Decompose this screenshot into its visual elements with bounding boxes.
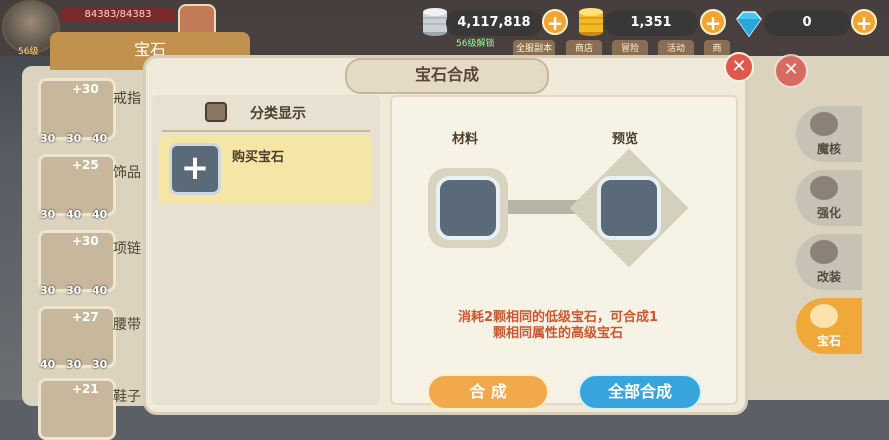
- slot-gem-level: 30: [40, 208, 56, 221]
- slot-bonus: +30: [72, 234, 99, 248]
- slot-name: 鞋子: [113, 389, 141, 405]
- synthesis-panel: [390, 95, 738, 405]
- close-button[interactable]: ✕: [724, 52, 754, 82]
- player-hp: 84383/84383: [60, 8, 176, 22]
- tab-gem[interactable]: 宝石: [796, 298, 862, 354]
- close-icon: ✕: [731, 56, 747, 77]
- slot-bonus: +30: [72, 82, 99, 96]
- divider: [162, 130, 370, 132]
- plus-icon: +: [704, 11, 722, 35]
- dialog-title: 宝石合成: [414, 65, 479, 84]
- slot-bonus: +25: [72, 158, 99, 172]
- compose-button[interactable]: 合 成: [427, 374, 549, 410]
- material-slot[interactable]: [436, 176, 500, 240]
- enhance-icon: [810, 176, 838, 200]
- add-diamond-button[interactable]: +: [851, 9, 877, 35]
- gem-icon: [810, 304, 838, 328]
- add-silver-button[interactable]: +: [542, 9, 568, 35]
- slot-bonus: +21: [72, 382, 99, 396]
- magic-core-icon: [810, 112, 838, 136]
- player-level: 56级: [18, 47, 39, 57]
- slot-gem-level: 30: [66, 358, 82, 371]
- slot-gem-level: 30: [40, 132, 56, 145]
- slot-name: 饰品: [113, 165, 141, 181]
- slot-gem-level: 30: [66, 132, 82, 145]
- category-label: 分类显示: [250, 106, 306, 122]
- add-gem-icon: +: [169, 143, 221, 195]
- slot-name: 戒指: [113, 91, 141, 107]
- tab-label: 魔核: [816, 142, 841, 156]
- slot-gem-level: 40: [66, 208, 82, 221]
- tab-label: 强化: [816, 206, 841, 220]
- tab-modify[interactable]: 改装: [796, 234, 862, 290]
- slot-gem-level: 40: [92, 208, 108, 221]
- tab-label: 改装: [816, 270, 841, 284]
- diamond-icon: [736, 11, 762, 38]
- gold-amount: 1,351: [604, 10, 698, 36]
- category-checkbox[interactable]: [205, 102, 227, 122]
- slot-gem-level: 30: [92, 358, 108, 371]
- slot-gem-level: 30: [40, 284, 56, 297]
- add-gold-button[interactable]: +: [700, 9, 726, 35]
- synthesis-description: 颗相同属性的高级宝石: [492, 326, 623, 341]
- slot-gem-level: 40: [40, 358, 56, 371]
- material-label: 材料: [452, 132, 479, 147]
- unlock-hint: 56级解锁: [456, 39, 495, 49]
- modify-icon: [810, 240, 838, 264]
- tab-label: 宝石: [816, 334, 841, 348]
- diamond-amount: 0: [764, 10, 850, 36]
- tab-enhance[interactable]: 强化: [796, 170, 862, 226]
- preview-label: 预览: [612, 132, 639, 147]
- gold-coin-icon: [579, 8, 603, 36]
- slot-name: 项链: [113, 241, 141, 257]
- slot-bonus: +27: [72, 310, 99, 324]
- plus-icon: +: [546, 11, 564, 35]
- tab-magic-core[interactable]: 魔核: [796, 106, 862, 162]
- slot-gem-level: 40: [92, 284, 108, 297]
- compose-all-button[interactable]: 全部合成: [578, 374, 702, 410]
- plus-icon: +: [855, 11, 873, 35]
- preview-slot: [597, 176, 661, 240]
- silver-amount: 4,117,818: [446, 10, 542, 36]
- slot-gem-level: 40: [92, 132, 108, 145]
- slot-gem-level: 30: [66, 284, 82, 297]
- slot-name: 腰带: [113, 317, 141, 333]
- buy-gem-label: 购买宝石: [232, 150, 285, 165]
- close-icon: ✕: [774, 54, 808, 88]
